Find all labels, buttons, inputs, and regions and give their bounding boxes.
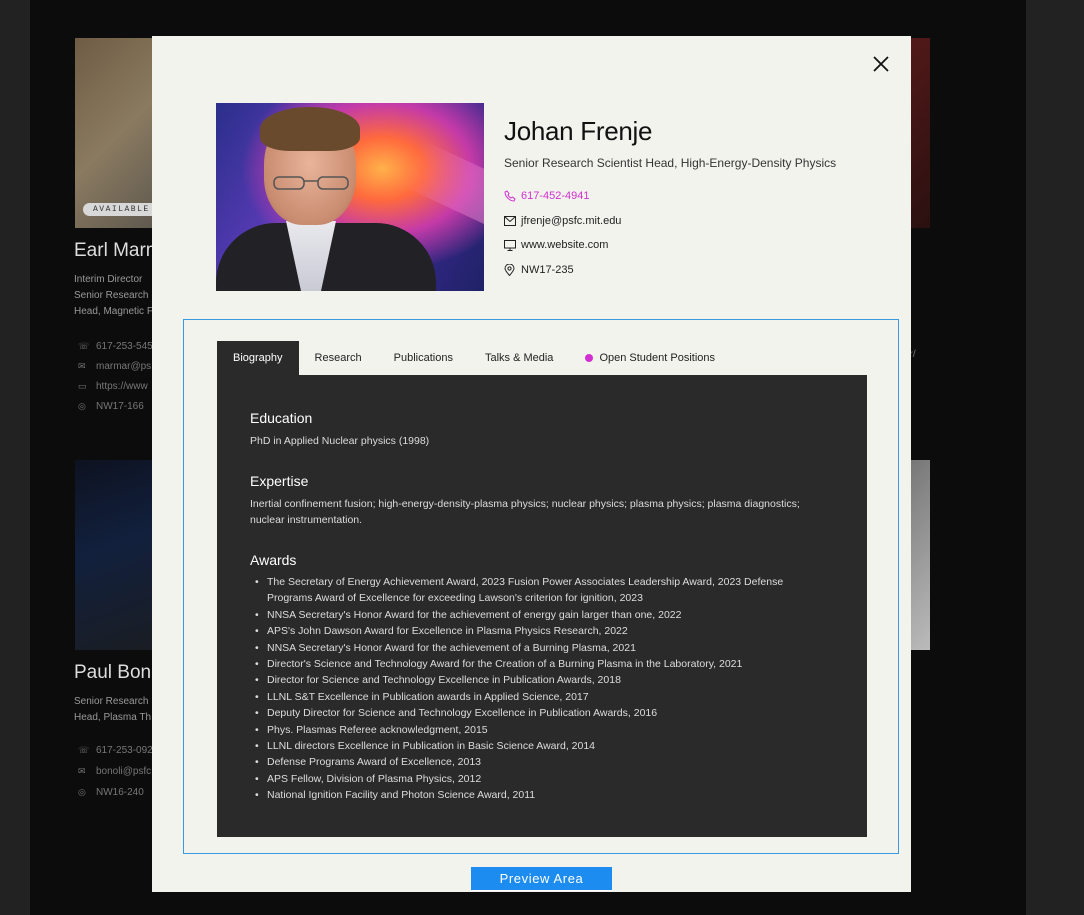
tab-publications[interactable]: Publications [378, 341, 469, 375]
award-item: National Ignition Facility and Photon Sc… [250, 787, 830, 804]
expertise-text: Inertial confinement fusion; high-energy… [250, 498, 800, 526]
bg-card-web[interactable]: ▭ https://www [78, 381, 148, 392]
bg-card-location: ◎ NW17-166 [78, 401, 144, 412]
bg-card-email[interactable]: ✉ bonoli@psfc [78, 766, 151, 777]
profile-name: Johan Frenje [504, 116, 653, 146]
close-icon [873, 56, 889, 72]
award-item: APS's John Dawson Award for Excellence i… [250, 623, 830, 640]
award-item: APS Fellow, Division of Plasma Physics, … [250, 771, 830, 788]
location-pin-icon [504, 264, 518, 276]
mail-icon: ✉ [78, 766, 86, 776]
bg-card-line: Senior Research [74, 696, 149, 707]
award-item: LLNL directors Excellence in Publication… [250, 738, 830, 755]
awards-list: The Secretary of Energy Achievement Awar… [250, 574, 830, 804]
award-item: Phys. Plasmas Referee acknowledgment, 20… [250, 722, 830, 739]
award-item: NNSA Secretary's Honor Award for the ach… [250, 640, 830, 657]
bg-card-line: Head, Plasma Th [74, 712, 152, 723]
status-dot-icon [585, 354, 594, 362]
tab-talks-media[interactable]: Talks & Media [469, 341, 569, 375]
bg-card-location: ◎ NW16-240 [78, 787, 144, 798]
preview-area-frame: Biography Research Publications Talks & … [183, 319, 899, 854]
profile-title: Senior Research Scientist Head, High-Ene… [504, 156, 837, 170]
phone-icon [504, 190, 518, 202]
phone-icon: ☏ [78, 745, 90, 755]
bg-card-name[interactable]: Earl Marm [74, 240, 162, 262]
profile-email: jfrenje@psfc.mit.edu [521, 215, 622, 227]
profile-photo [216, 103, 484, 291]
award-item: Director's Science and Technology Award … [250, 656, 830, 673]
bg-card-email[interactable]: ✉ marmar@ps [78, 361, 151, 372]
location-icon: ◎ [78, 787, 86, 797]
mail-icon: ✉ [78, 361, 86, 371]
location-icon: ◎ [78, 401, 86, 411]
profile-website-link[interactable]: www.website.com [504, 239, 608, 251]
profile-tabs: Biography Research Publications Talks & … [217, 341, 731, 375]
award-item: NNSA Secretary's Honor Award for the ach… [250, 607, 830, 624]
profile-modal: Johan Frenje Senior Research Scientist H… [152, 36, 911, 892]
award-item: LLNL S&T Excellence in Publication award… [250, 689, 830, 706]
expertise-heading: Expertise [250, 473, 309, 489]
preview-area-label: Preview Area [471, 867, 612, 891]
profile-phone-link[interactable]: 617-452-4941 [504, 190, 590, 202]
tab-label: Open Student Positions [599, 352, 716, 364]
bg-card-phone[interactable]: ☏ 617-253-092 [78, 745, 153, 756]
awards-heading: Awards [250, 552, 297, 568]
profile-location-text: NW17-235 [521, 264, 574, 276]
close-button[interactable] [869, 52, 893, 76]
bg-card-line: Head, Magnetic F [74, 306, 153, 317]
bg-card-line: Interim Director [74, 274, 143, 285]
tab-biography[interactable]: Biography [217, 341, 299, 375]
award-item: Director for Science and Technology Exce… [250, 672, 830, 689]
phone-icon: ☏ [78, 341, 90, 351]
education-heading: Education [250, 410, 313, 426]
education-text: PhD in Applied Nuclear physics (1998) [250, 435, 430, 447]
bg-card-phone[interactable]: ☏ 617-253-545 [78, 341, 153, 352]
photo-hair [260, 107, 360, 151]
photo-glasses [273, 176, 349, 190]
award-item: The Secretary of Energy Achievement Awar… [250, 574, 830, 607]
screen: AVAILABLE S Earl Marm Interim Director S… [0, 0, 1084, 915]
profile-email-link[interactable]: jfrenje@psfc.mit.edu [504, 215, 621, 227]
profile-phone: 617-452-4941 [521, 190, 590, 202]
biography-panel: Education PhD in Applied Nuclear physics… [217, 375, 867, 837]
award-item: Defense Programs Award of Excellence, 20… [250, 754, 830, 771]
award-item: Deputy Director for Science and Technolo… [250, 705, 830, 722]
monitor-icon: ▭ [78, 381, 87, 391]
profile-location: NW17-235 [504, 264, 574, 276]
profile-website: www.website.com [521, 239, 609, 251]
photo-laser-beam [401, 139, 484, 237]
bg-card-line: Senior Research [74, 290, 149, 301]
tab-research[interactable]: Research [299, 341, 378, 375]
monitor-icon [504, 239, 518, 251]
mail-icon [504, 215, 518, 227]
tab-open-student-positions[interactable]: Open Student Positions [569, 341, 731, 375]
